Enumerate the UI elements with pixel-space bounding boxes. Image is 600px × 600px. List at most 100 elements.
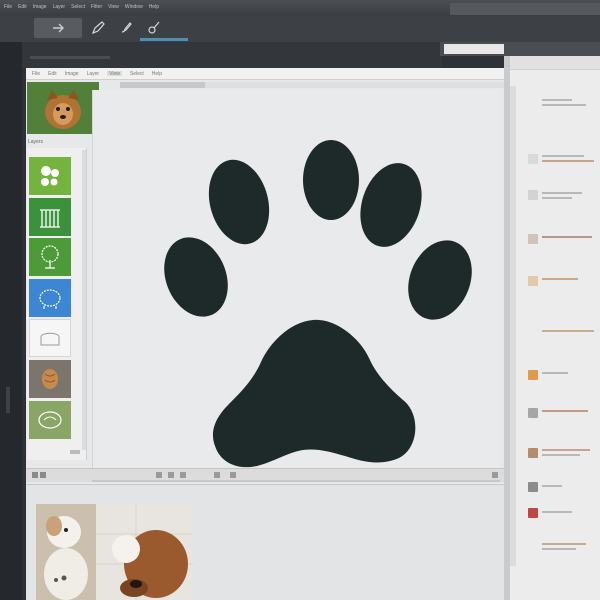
layer-icon <box>528 190 538 200</box>
property-row[interactable] <box>528 152 594 166</box>
cage-icon <box>40 209 60 228</box>
grid-icon[interactable] <box>40 472 46 478</box>
settings-icon <box>528 408 538 418</box>
dog-fur-icon <box>42 369 58 389</box>
app-menu-file[interactable]: File <box>4 4 12 10</box>
app-menu-help[interactable]: Help <box>149 4 159 10</box>
property-line <box>542 449 590 451</box>
properties-panel <box>510 56 600 600</box>
prev-frame-icon[interactable] <box>168 472 174 478</box>
app-menu-bar: File Edit Image Layer Select Filter View… <box>4 4 159 10</box>
property-row[interactable] <box>528 274 594 288</box>
editor-menu-image[interactable]: Image <box>65 71 79 77</box>
property-line <box>542 454 580 456</box>
property-line <box>542 236 592 238</box>
paint-tool-button[interactable] <box>144 18 164 38</box>
color-icon <box>528 276 538 286</box>
property-row[interactable] <box>528 368 594 382</box>
arrow-icon <box>53 23 64 33</box>
link-icon <box>528 482 538 492</box>
loop-icon[interactable] <box>214 472 220 478</box>
layers-panel-label: Layers <box>28 139 44 145</box>
app-menu-edit[interactable]: Edit <box>18 4 27 10</box>
property-row[interactable] <box>528 326 594 340</box>
timeline-icon[interactable] <box>230 472 236 478</box>
image-icon <box>528 234 538 244</box>
badge-icon <box>38 411 62 429</box>
app-menu-view[interactable]: View <box>108 4 119 10</box>
media-bin <box>26 484 504 600</box>
property-row[interactable] <box>528 188 594 202</box>
options-slider[interactable] <box>30 56 110 59</box>
puppy-photo[interactable] <box>96 504 193 600</box>
layers-footer-button[interactable] <box>70 450 80 454</box>
app-menu-image[interactable]: Image <box>33 4 47 10</box>
app-menu-select[interactable]: Select <box>71 4 85 10</box>
drawing-canvas[interactable] <box>92 90 500 468</box>
app-menu-filter[interactable]: Filter <box>91 4 102 10</box>
layer-swatch-tree[interactable] <box>29 238 71 276</box>
layers-panel-footer <box>28 446 86 460</box>
property-row[interactable] <box>528 506 594 520</box>
properties-scrollbar[interactable] <box>510 86 516 566</box>
rail-handle[interactable] <box>6 387 10 413</box>
layer-swatch-paw-pattern[interactable] <box>29 157 71 195</box>
layer-swatch-dog-fur[interactable] <box>29 360 71 398</box>
brush-tool-button[interactable] <box>116 18 136 38</box>
swatch-icon <box>528 448 538 458</box>
brush-preset-icon <box>528 370 538 380</box>
pencil-icon <box>91 21 105 35</box>
property-line <box>542 155 584 157</box>
paw-pattern-icon <box>41 166 59 186</box>
editor-menu-select[interactable]: Select <box>130 71 144 77</box>
editor-menu-help[interactable]: Help <box>152 71 162 77</box>
properties-tab[interactable] <box>444 44 504 54</box>
layers-scrollbar[interactable] <box>82 150 86 450</box>
property-row[interactable] <box>528 406 594 420</box>
workspace-switcher[interactable] <box>450 3 600 15</box>
property-row[interactable] <box>528 446 594 460</box>
property-line <box>542 485 562 487</box>
bread-icon <box>40 332 60 346</box>
main-toolbar <box>0 16 600 42</box>
layer-swatch-badge[interactable] <box>29 401 71 439</box>
layer-swatch-bread[interactable] <box>29 319 71 357</box>
expand-icon[interactable] <box>492 472 498 478</box>
yorkie-image <box>27 82 99 134</box>
property-line <box>542 543 586 545</box>
editor-menu-bar: File Edit Image Layer View Select Help <box>26 68 504 80</box>
editor-menu-file[interactable]: File <box>32 71 40 77</box>
next-frame-icon[interactable] <box>180 472 186 478</box>
property-row[interactable] <box>528 96 594 110</box>
zoom-icon[interactable] <box>32 472 38 478</box>
layer-swatch-cage[interactable] <box>29 198 71 236</box>
app-menu-layer[interactable]: Layer <box>53 4 66 10</box>
paw-print-icon <box>164 140 472 468</box>
horizontal-scrollbar[interactable] <box>92 480 500 482</box>
tree-icon <box>41 245 59 269</box>
property-line <box>542 104 586 106</box>
property-row[interactable] <box>528 540 594 554</box>
app-title-bar: File Edit Image Layer Select Filter View… <box>0 0 600 16</box>
puppy-image <box>96 504 193 600</box>
property-row[interactable] <box>528 232 594 246</box>
properties-panel-tabs[interactable] <box>510 56 600 70</box>
layer-swatch-sheep[interactable] <box>29 279 71 317</box>
editor-menu-view[interactable]: View <box>107 71 122 77</box>
property-line <box>542 372 568 374</box>
property-line <box>542 278 578 280</box>
play-icon[interactable] <box>156 472 162 478</box>
app-menu-window[interactable]: Window <box>125 4 143 10</box>
move-tool-button[interactable] <box>34 18 82 38</box>
editor-menu-edit[interactable]: Edit <box>48 71 57 77</box>
document-tab[interactable] <box>120 82 205 88</box>
property-line <box>542 160 594 162</box>
document-tab-bar <box>120 82 504 88</box>
dog-photo-thumbnail[interactable] <box>27 82 99 134</box>
plush-dog-photo[interactable] <box>36 504 96 600</box>
pencil-tool-button[interactable] <box>88 18 108 38</box>
property-row[interactable] <box>528 480 594 494</box>
editor-window: File Edit Image Layer View Select Help L… <box>26 68 504 600</box>
editor-menu-layer[interactable]: Layer <box>87 71 100 77</box>
left-rail <box>0 42 22 600</box>
